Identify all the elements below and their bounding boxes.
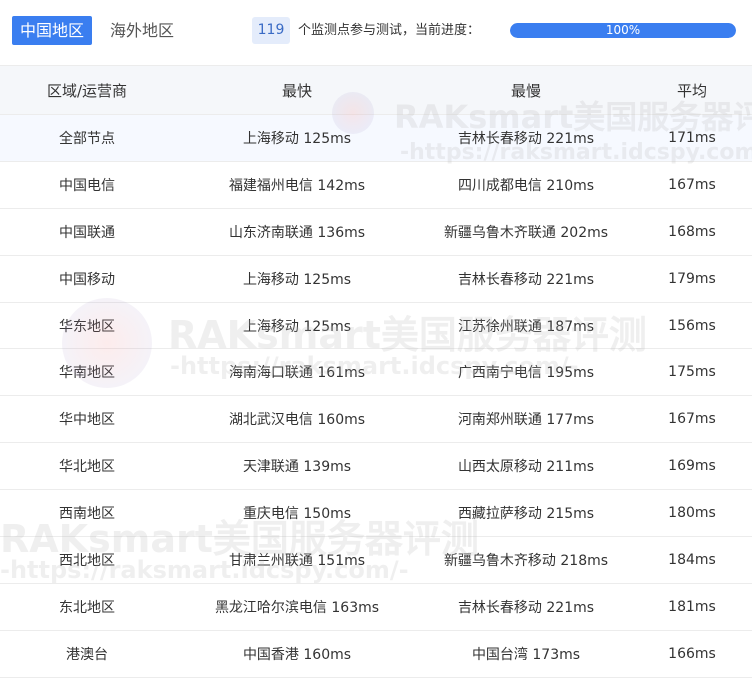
cell-region: 华北地区 — [59, 459, 115, 476]
table-row: 华东地区 上海移动 125ms 江苏徐州联通 187ms 156ms — [0, 302, 752, 350]
cell-average: 181ms — [668, 598, 716, 615]
cell-average: 169ms — [668, 458, 716, 475]
table-row: 西南地区 重庆电信 150ms 西藏拉萨移动 215ms 180ms — [0, 490, 752, 538]
cell-slowest: 中国台湾 173ms — [471, 646, 581, 663]
table-row: 中国电信 福建福州电信 142ms 四川成都电信 210ms 167ms — [0, 161, 752, 209]
table-body: 全部节点 上海移动 125ms 吉林长春移动 221ms 171ms 中国电信 福建福州电… — [0, 115, 752, 678]
cell-fastest: 海南海口联通 161ms — [228, 365, 366, 382]
table-row: 东北地区 黑龙江哈尔滨电信 163ms 吉林长春移动 221ms 181ms — [0, 583, 752, 631]
table-row: 华中地区 湖北武汉电信 160ms 河南郑州联通 177ms 167ms — [0, 396, 752, 444]
table-row: 港澳台 中国香港 160ms 中国台湾 173ms 166ms — [0, 630, 752, 678]
cell-fastest: 福建福州电信 142ms — [228, 177, 366, 194]
cell-slowest: 广西南宁电信 195ms — [457, 365, 595, 382]
cell-slowest: 四川成都电信 210ms — [457, 177, 595, 194]
cell-region: 西南地区 — [59, 506, 115, 523]
monitor-count-badge: 119 — [252, 17, 290, 44]
table-row: 西北地区 甘肃兰州联通 151ms 新疆乌鲁木齐移动 218ms 184ms — [0, 537, 752, 584]
cell-fastest: 上海移动 125ms — [242, 130, 352, 147]
cell-average: 167ms — [668, 176, 716, 193]
cell-region: 中国移动 — [59, 271, 115, 288]
progress-label: 100% — [605, 23, 641, 37]
cell-fastest: 上海移动 125ms — [242, 318, 352, 335]
table-header: 区域/运营商 最快 最慢 平均 — [0, 65, 752, 115]
cell-slowest: 新疆乌鲁木齐移动 218ms — [443, 552, 609, 569]
cell-slowest: 吉林长春移动 221ms — [457, 130, 595, 147]
table-row: 中国移动 上海移动 125ms 吉林长春移动 221ms 179ms — [0, 255, 752, 303]
header-fastest: 最快 — [281, 81, 312, 100]
cell-average: 156ms — [668, 317, 716, 334]
top-bar: 中国地区 海外地区 119 个监测点参与测试，当前进度： 100% — [0, 0, 752, 62]
cell-average: 167ms — [668, 411, 716, 428]
cell-average: 171ms — [668, 129, 716, 146]
cell-average: 175ms — [668, 364, 716, 381]
cell-fastest: 上海移动 125ms — [242, 271, 352, 288]
cell-fastest: 山东济南联通 136ms — [228, 224, 366, 241]
cell-slowest: 山西太原移动 211ms — [457, 459, 595, 476]
table-row: 中国联通 山东济南联通 136ms 新疆乌鲁木齐联通 202ms 168ms — [0, 208, 752, 256]
cell-region: 西北地区 — [59, 552, 115, 569]
cell-region: 中国电信 — [59, 177, 115, 194]
cell-slowest: 江苏徐州联通 187ms — [457, 318, 595, 335]
cell-fastest: 黑龙江哈尔滨电信 163ms — [214, 599, 380, 616]
cell-fastest: 中国香港 160ms — [242, 646, 352, 663]
cell-slowest: 西藏拉萨移动 215ms — [457, 506, 595, 523]
tab-china[interactable]: 中国地区 — [12, 16, 93, 45]
cell-slowest: 吉林长春移动 221ms — [457, 271, 595, 288]
tab-overseas[interactable]: 海外地区 — [110, 16, 174, 45]
table-row: 华北地区 天津联通 139ms 山西太原移动 211ms 169ms — [0, 443, 752, 491]
cell-average: 168ms — [668, 223, 716, 240]
header-average: 平均 — [676, 81, 707, 100]
cell-average: 166ms — [668, 645, 716, 662]
cell-region: 全部节点 — [59, 130, 115, 147]
cell-average: 184ms — [668, 551, 716, 568]
cell-region: 华东地区 — [59, 318, 115, 335]
cell-fastest: 重庆电信 150ms — [242, 506, 352, 523]
table-row: 全部节点 上海移动 125ms 吉林长春移动 221ms 171ms — [0, 115, 752, 162]
cell-slowest: 吉林长春移动 221ms — [457, 599, 595, 616]
cell-region: 港澳台 — [66, 646, 108, 663]
speed-table: 区域/运营商 最快 最慢 平均 全部节点 上海移动 125ms 吉林长春移动 221… — [0, 65, 752, 678]
cell-region: 中国联通 — [59, 224, 115, 241]
monitor-status-text: 个监测点参与测试，当前进度： — [298, 23, 481, 38]
header-slowest: 最慢 — [510, 81, 541, 100]
progress-bar: 100% — [510, 23, 736, 38]
cell-slowest: 新疆乌鲁木齐联通 202ms — [443, 224, 609, 241]
cell-fastest: 天津联通 139ms — [242, 459, 352, 476]
cell-average: 180ms — [668, 505, 716, 522]
header-region: 区域/运营商 — [46, 81, 128, 100]
table-row: 华南地区 海南海口联通 161ms 广西南宁电信 195ms 175ms — [0, 349, 752, 397]
cell-fastest: 湖北武汉电信 160ms — [228, 412, 366, 429]
cell-fastest: 甘肃兰州联通 151ms — [228, 552, 366, 569]
cell-slowest: 河南郑州联通 177ms — [457, 412, 595, 429]
cell-region: 华南地区 — [59, 365, 115, 382]
cell-region: 东北地区 — [59, 599, 115, 616]
cell-region: 华中地区 — [59, 412, 115, 429]
cell-average: 179ms — [668, 270, 716, 287]
